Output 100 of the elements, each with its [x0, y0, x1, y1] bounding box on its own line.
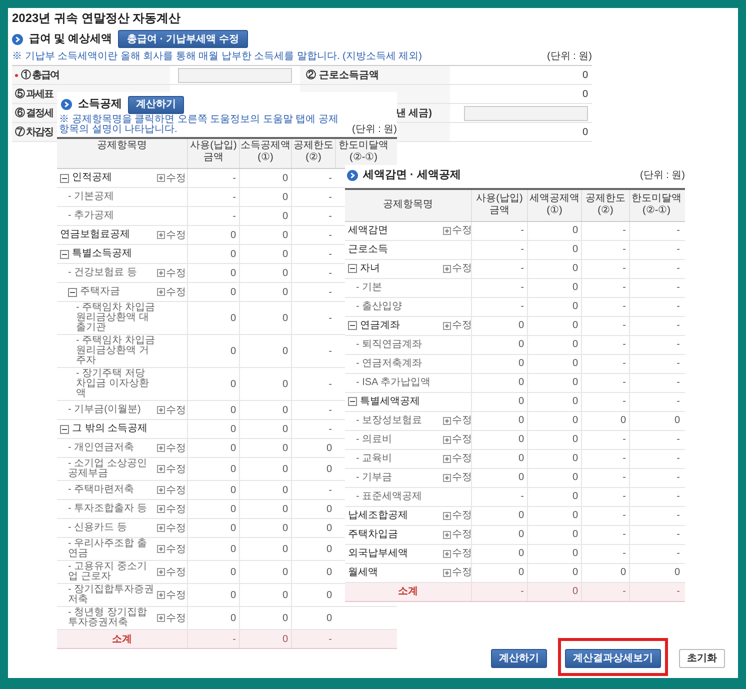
edit-button[interactable]: 수정: [157, 612, 186, 624]
row-label[interactable]: - 장기주택 저당 차입금 이자상환액: [76, 369, 155, 399]
edit-button[interactable]: 수정: [443, 529, 472, 540]
edit-button[interactable]: 수정: [443, 510, 472, 521]
collapse-icon[interactable]: [348, 321, 357, 330]
edit-button[interactable]: 수정: [443, 263, 472, 274]
table-cell: 0: [518, 415, 524, 426]
row-label: ② 근로소득금액: [306, 68, 379, 82]
row-label[interactable]: - 건강보험료 등: [68, 268, 137, 278]
edit-button[interactable]: 수정: [157, 404, 186, 416]
table-cell: -: [328, 424, 332, 434]
row-label[interactable]: 연금보험료공제: [60, 230, 130, 240]
table-cell: 0: [572, 320, 578, 331]
collapse-icon[interactable]: [348, 397, 357, 406]
row-label[interactable]: 주택차입금: [348, 530, 398, 540]
edit-button[interactable]: 수정: [443, 434, 472, 445]
edit-button[interactable]: 수정: [157, 230, 186, 240]
edit-button[interactable]: 수정: [443, 453, 472, 464]
row-label[interactable]: 외국납부세액: [348, 548, 408, 558]
row-label[interactable]: - 보장성보험료: [356, 416, 422, 426]
edit-button[interactable]: 수정: [443, 320, 472, 331]
row-label[interactable]: - 장기집합투자증권저축: [68, 585, 155, 605]
table-cell-text: 0: [572, 585, 578, 599]
edit-button[interactable]: 수정: [443, 548, 472, 559]
row-label[interactable]: - 소기업 소상공인 공제부금: [68, 459, 155, 479]
table-cell: -: [328, 286, 332, 298]
edit-button[interactable]: 수정: [157, 286, 186, 298]
collapse-icon[interactable]: [60, 250, 69, 258]
input-field[interactable]: [464, 106, 588, 120]
row-label[interactable]: 납세조합공제: [348, 510, 408, 520]
row-label[interactable]: - 주택임차 차입금 원리금상환액 대출기관: [76, 303, 155, 333]
table-cell: -: [676, 510, 680, 521]
row-label[interactable]: - 기부금(이월분): [68, 405, 141, 415]
row-label[interactable]: - 표준세액공제: [356, 492, 422, 502]
row-label[interactable]: - 우리사주조합 출연금: [68, 539, 155, 559]
row-label[interactable]: - 의료비: [356, 434, 392, 444]
action-button[interactable]: 계산하기: [491, 649, 547, 668]
row-label[interactable]: 월세액: [348, 568, 378, 578]
row-label[interactable]: - 퇴직연금계좌: [356, 340, 422, 350]
edit-button[interactable]: 수정: [157, 566, 186, 578]
row-label[interactable]: 주택자금: [80, 287, 120, 297]
subtotal-label: 소계: [112, 632, 132, 646]
row-label[interactable]: 자녀: [360, 264, 380, 274]
edit-button[interactable]: 수정: [157, 172, 186, 184]
row-label[interactable]: - 주택임차 차입금 원리금상환액 거주자: [76, 336, 155, 366]
row-label[interactable]: - 청년형 장기집합투자증권저축: [68, 608, 155, 628]
table-cell: 0: [230, 248, 236, 260]
table-cell: 0: [230, 484, 236, 496]
row-label: ⑤ 과세표: [15, 88, 53, 102]
row-label[interactable]: - 투자조합출자 등: [68, 504, 147, 514]
row-label[interactable]: 특별소득공제: [72, 249, 132, 259]
row-label[interactable]: - 기부금: [356, 472, 392, 482]
calculate-button[interactable]: 계산하기: [128, 96, 184, 114]
section-heading: 급여 및 예상세액: [29, 32, 112, 47]
row-label[interactable]: - 기본공제: [68, 192, 114, 202]
table-cell: -: [328, 248, 332, 260]
edit-button[interactable]: 수정: [443, 225, 472, 236]
edit-button[interactable]: 수정: [157, 268, 186, 278]
input-field[interactable]: [178, 68, 292, 82]
edit-button[interactable]: 수정: [157, 544, 186, 554]
row-label[interactable]: 세액감면: [348, 226, 388, 236]
row-label[interactable]: 근로소득: [348, 244, 388, 254]
edit-button[interactable]: 수정: [443, 472, 472, 483]
row-label[interactable]: - 기본: [356, 282, 382, 292]
row-label[interactable]: - 연금저축계좌: [356, 358, 422, 368]
row-label[interactable]: - 고용유지 중소기업 근로자: [68, 562, 155, 582]
row-label[interactable]: 그 밖의 소득공제: [72, 424, 148, 434]
table-cell: 0: [326, 566, 332, 578]
edit-button[interactable]: 수정: [157, 522, 186, 534]
edit-button[interactable]: 수정: [157, 442, 186, 454]
edit-button[interactable]: 수정: [157, 590, 186, 600]
row-label[interactable]: 특별세액공제: [360, 396, 420, 406]
row-label[interactable]: - 추가공제: [68, 211, 114, 221]
edit-button[interactable]: 수정: [157, 464, 186, 474]
collapse-icon[interactable]: [68, 288, 77, 296]
collapse-icon[interactable]: [60, 424, 69, 434]
table-cell: 0: [230, 442, 236, 454]
table-cell: -: [676, 244, 680, 255]
row-label[interactable]: - 신용카드 등: [68, 523, 127, 533]
action-button[interactable]: 계산결과상세보기: [565, 649, 661, 668]
collapse-icon[interactable]: [348, 264, 357, 273]
edit-salary-button[interactable]: 총급여 · 기납부세액 수정: [118, 30, 248, 48]
row-label[interactable]: 연금계좌: [360, 320, 400, 330]
row-label[interactable]: - 개인연금저축: [68, 443, 134, 453]
row-label[interactable]: - 출산입양: [356, 302, 402, 312]
table-cell: -: [328, 484, 332, 496]
row-label[interactable]: - 주택마련저축: [68, 485, 134, 495]
edit-button[interactable]: 수정: [443, 567, 472, 578]
edit-button[interactable]: 수정: [443, 415, 472, 426]
table-cell: -: [328, 230, 332, 240]
row-label[interactable]: - 교육비: [356, 454, 392, 464]
row-label[interactable]: 인적공제: [72, 173, 112, 183]
edit-button[interactable]: 수정: [157, 484, 186, 496]
row-label[interactable]: - ISA 추가납입액: [356, 378, 430, 388]
action-button[interactable]: 초기화: [679, 649, 725, 668]
edit-button[interactable]: 수정: [157, 504, 186, 514]
table-cell: -: [328, 346, 332, 356]
table-cell: 0: [572, 415, 578, 426]
table-cell: 0: [282, 590, 288, 600]
collapse-icon[interactable]: [60, 174, 69, 182]
